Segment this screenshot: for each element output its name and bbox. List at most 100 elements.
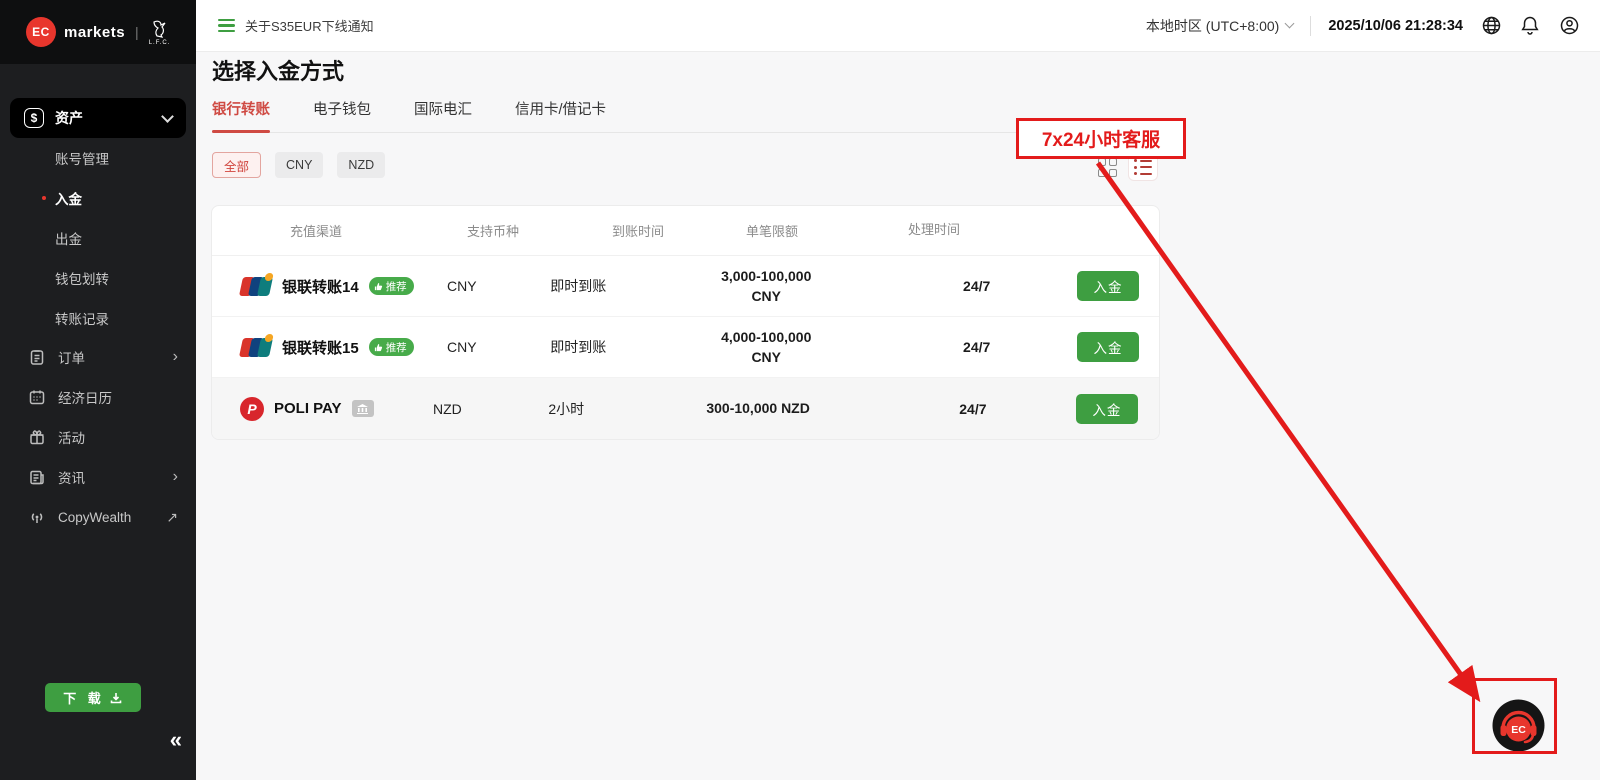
annotation-label: 7x24小时客服: [1042, 125, 1160, 152]
orders-label: 订单: [58, 347, 161, 367]
timezone-label: 本地时区 (UTC+8:00): [1146, 16, 1279, 36]
sidebar-item-account-management[interactable]: 账号管理: [0, 138, 196, 178]
assets-submenu: 账号管理 入金 出金 钱包划转 转账记录: [0, 138, 196, 338]
news-icon: [28, 468, 46, 486]
news-label: 资讯: [58, 467, 161, 487]
cell-limit: 4,000-100,000CNY: [636, 327, 896, 368]
table-row: 银联转账14 推荐 CNY 即时到账 3,000-100,000CNY 24/7…: [212, 256, 1159, 317]
cell-limit: 300-10,000 NZD: [625, 398, 891, 418]
announcement-link[interactable]: 关于S35EUR下线通知: [218, 16, 374, 35]
channel-name: 银联转账14: [282, 276, 359, 297]
brand-name: markets: [64, 24, 125, 41]
tab-credit-debit-card[interactable]: 信用卡/借记卡: [515, 98, 606, 132]
tab-bank-transfer[interactable]: 银行转账: [212, 98, 270, 132]
bell-icon: [1520, 15, 1540, 36]
lfc-logo: L.F.C.: [149, 19, 171, 46]
brand-logo: EC markets | L.F.C.: [0, 0, 196, 64]
calendar-icon: [28, 388, 46, 406]
announcement-text: 关于S35EUR下线通知: [245, 16, 374, 35]
table-header-row: 充值渠道 支持币种 到账时间 单笔限额 处理时间: [212, 206, 1159, 256]
cell-currency: NZD: [388, 401, 508, 417]
topbar: 关于S35EUR下线通知 本地时区 (UTC+8:00) 2025/10/06 …: [196, 0, 1600, 52]
cell-processing: 24/7: [896, 278, 1057, 294]
deposit-button[interactable]: 入金: [1077, 271, 1139, 301]
header-currency: 支持币种: [420, 221, 566, 240]
filter-nzd[interactable]: NZD: [337, 152, 385, 178]
download-label: 下 载: [63, 688, 105, 707]
currency-filters: 全部 CNY NZD: [212, 152, 385, 178]
unionpay-icon: [240, 337, 272, 358]
sidebar-menu: 订单 › 经济日历 活动 资讯 › CopyWealth: [0, 337, 196, 537]
deposit-button[interactable]: 入金: [1077, 332, 1139, 362]
notifications-button[interactable]: [1519, 15, 1541, 37]
download-button[interactable]: 下 载: [45, 683, 141, 712]
annotation-callout: 7x24小时客服: [1016, 118, 1186, 159]
copywealth-label: CopyWealth: [58, 510, 154, 525]
filter-all[interactable]: 全部: [212, 152, 261, 178]
header-channel: 充值渠道: [212, 221, 420, 240]
divider: [1310, 16, 1311, 36]
logo-separator: |: [135, 24, 139, 40]
sidebar-item-assets[interactable]: $ 资产: [10, 98, 186, 138]
calendar-label: 经济日历: [58, 387, 178, 407]
poli-pay-icon: P: [240, 397, 264, 421]
sidebar-item-news[interactable]: 资讯 ›: [0, 457, 196, 497]
broadcast-icon: [28, 508, 46, 526]
globe-icon: [1481, 15, 1502, 36]
download-icon: [109, 691, 123, 705]
tab-international-wire[interactable]: 国际电汇: [414, 98, 472, 132]
sidebar-item-copywealth[interactable]: CopyWealth ↗: [0, 497, 196, 537]
table-row: 银联转账15 推荐 CNY 即时到账 4,000-100,000CNY 24/7…: [212, 317, 1159, 378]
cell-arrival: 即时到账: [520, 337, 636, 357]
deposit-button[interactable]: 入金: [1076, 394, 1138, 424]
account-button[interactable]: [1558, 15, 1580, 37]
sidebar-item-withdraw[interactable]: 出金: [0, 218, 196, 258]
thumbs-up-icon: [374, 343, 383, 352]
table-row: P POLI PAY NZD 2小时 300-10,000 NZD 24/7 入…: [212, 378, 1159, 439]
chevron-right-icon: ›: [173, 469, 178, 485]
cell-arrival: 即时到账: [520, 276, 636, 296]
chevron-down-icon: [161, 110, 174, 123]
cell-processing: 24/7: [896, 339, 1057, 355]
cell-processing: 24/7: [891, 401, 1055, 417]
deposit-channels-table: 充值渠道 支持币种 到账时间 单笔限额 处理时间 银联转账14 推荐 CNY 即…: [211, 205, 1160, 440]
sidebar-item-orders[interactable]: 订单 ›: [0, 337, 196, 377]
datetime-display: 2025/10/06 21:28:34: [1328, 18, 1463, 34]
sidebar-item-wallet-transfer[interactable]: 钱包划转: [0, 258, 196, 298]
ec-logo-icon: EC: [26, 17, 56, 47]
header-arrival-time: 到账时间: [566, 221, 710, 240]
language-globe-button[interactable]: [1480, 15, 1502, 37]
cell-currency: CNY: [403, 278, 520, 294]
unionpay-icon: [240, 276, 272, 297]
channel-name: POLI PAY: [274, 400, 342, 417]
topbar-right: 本地时区 (UTC+8:00) 2025/10/06 21:28:34: [1146, 15, 1580, 37]
sidebar-item-economic-calendar[interactable]: 经济日历: [0, 377, 196, 417]
sidebar: EC markets | L.F.C. $ 资产 账号管理 入金 出金 钱包划转…: [0, 0, 196, 780]
sidebar-item-deposit[interactable]: 入金: [0, 178, 196, 218]
page-title: 选择入金方式: [212, 54, 344, 86]
header-processing-time: 处理时间: [834, 221, 1034, 240]
bank-icon: [357, 404, 368, 414]
filter-cny[interactable]: CNY: [275, 152, 323, 178]
gift-icon: [28, 428, 46, 446]
bank-badge: [352, 400, 374, 417]
liverbird-icon: [150, 19, 170, 39]
cell-currency: CNY: [403, 339, 520, 355]
activities-label: 活动: [58, 427, 178, 447]
sidebar-item-transfer-records[interactable]: 转账记录: [0, 298, 196, 338]
sidebar-collapse-button[interactable]: «: [170, 727, 182, 753]
header-limit: 单笔限额: [710, 221, 834, 240]
channel-name: 银联转账15: [282, 337, 359, 358]
sidebar-item-activities[interactable]: 活动: [0, 417, 196, 457]
annotation-highlight-rect: [1472, 678, 1557, 754]
announcement-icon: [218, 19, 235, 33]
cell-limit: 3,000-100,000CNY: [636, 266, 896, 307]
grid-view-icon[interactable]: [1098, 158, 1117, 177]
chevron-right-icon: ›: [173, 349, 178, 365]
user-icon: [1559, 15, 1580, 36]
assets-icon: $: [24, 108, 44, 128]
thumbs-up-icon: [374, 282, 383, 291]
lfc-label: L.F.C.: [149, 40, 171, 46]
timezone-selector[interactable]: 本地时区 (UTC+8:00): [1146, 16, 1293, 36]
tab-e-wallet[interactable]: 电子钱包: [313, 98, 371, 132]
